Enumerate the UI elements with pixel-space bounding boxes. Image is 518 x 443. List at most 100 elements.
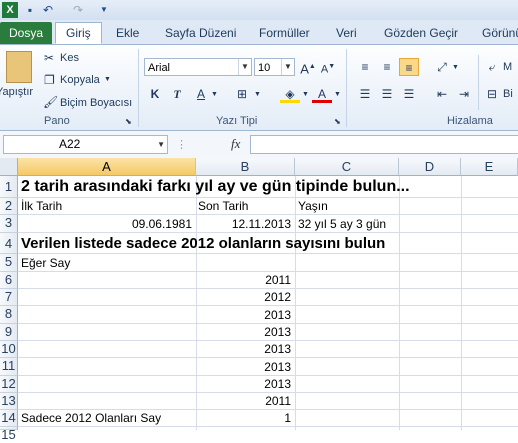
cell-b6[interactable]: 2011: [196, 272, 291, 289]
cell-a4[interactable]: Verilen listede sadece 2012 olanların sa…: [21, 235, 385, 253]
formula-bar-splitter[interactable]: ⋮: [176, 138, 187, 151]
paste-button-label[interactable]: Yapıştır: [0, 86, 33, 98]
align-right-icon[interactable]: ☰: [399, 85, 419, 103]
row-header[interactable]: 14: [0, 410, 18, 427]
cut-button[interactable]: Kes: [60, 52, 79, 64]
align-center-icon[interactable]: ☰: [377, 85, 397, 103]
font-launcher-icon[interactable]: ⬊: [334, 117, 341, 126]
row-header[interactable]: 6: [0, 272, 18, 289]
tab-view[interactable]: Görünüm: [482, 23, 518, 43]
align-middle-icon[interactable]: ≡: [377, 58, 397, 76]
orientation-dropdown-icon[interactable]: ▼: [452, 64, 459, 71]
bold-button[interactable]: K: [145, 85, 165, 103]
row-header[interactable]: 8: [0, 306, 18, 324]
excel-app-icon[interactable]: X: [2, 2, 18, 18]
redo-button[interactable]: ↷: [70, 2, 86, 18]
row-header[interactable]: 5: [0, 254, 18, 272]
shrink-font-button[interactable]: A▼: [318, 58, 338, 76]
format-painter-button[interactable]: Biçim Boyacısı: [60, 97, 132, 109]
decrease-indent-icon[interactable]: ⇤: [432, 85, 452, 103]
cell-b7[interactable]: 2012: [196, 289, 291, 306]
cell-a2[interactable]: İlk Tarih: [21, 198, 62, 215]
cell-b9[interactable]: 2013: [196, 324, 291, 341]
cell-b14[interactable]: 1: [196, 410, 291, 427]
underline-dropdown-icon[interactable]: ▼: [211, 91, 218, 98]
select-all-button[interactable]: [0, 158, 18, 176]
cell-b12[interactable]: 2013: [196, 376, 291, 393]
copy-dropdown-icon[interactable]: ▼: [104, 76, 111, 83]
fill-color-dropdown-icon[interactable]: ▼: [302, 91, 309, 98]
cell-b2[interactable]: Son Tarih: [198, 198, 248, 215]
font-size-value: 10: [258, 62, 271, 74]
copy-button[interactable]: Kopyala: [60, 74, 100, 86]
underline-button[interactable]: A: [191, 85, 211, 103]
font-group-label: Yazı Tipi: [216, 115, 258, 127]
align-bottom-icon[interactable]: ≡: [399, 58, 419, 76]
cell-b10[interactable]: 2013: [196, 341, 291, 358]
fill-color-icon[interactable]: ◈: [280, 85, 300, 103]
row-header[interactable]: 3: [0, 215, 18, 233]
tab-insert[interactable]: Ekle: [116, 23, 139, 43]
cell-c2[interactable]: Yaşın: [298, 198, 328, 215]
tab-page-layout[interactable]: Sayfa Düzeni: [165, 23, 236, 43]
cell-b11[interactable]: 2013: [196, 359, 291, 376]
borders-dropdown-icon[interactable]: ▼: [254, 91, 261, 98]
copy-icon[interactable]: ❐: [44, 73, 55, 87]
font-family-select[interactable]: Arial ▼: [144, 58, 252, 76]
name-box-value: A22: [59, 137, 81, 151]
grow-font-button[interactable]: A▲: [298, 58, 318, 76]
format-painter-icon[interactable]: 🖌: [43, 95, 58, 109]
cell-b3[interactable]: 12.11.2013: [196, 216, 291, 233]
row-header[interactable]: 11: [0, 358, 18, 376]
italic-button[interactable]: T: [167, 85, 187, 103]
column-header-b[interactable]: B: [196, 158, 295, 176]
group-separator: [346, 49, 347, 127]
clipboard-launcher-icon[interactable]: ⬊: [125, 117, 132, 126]
borders-icon[interactable]: ⊞: [232, 85, 252, 103]
formula-input[interactable]: [250, 135, 518, 154]
tab-data[interactable]: Veri: [336, 23, 357, 43]
merge-center-button[interactable]: Bi: [503, 88, 513, 100]
row-header[interactable]: 13: [0, 393, 18, 410]
undo-button[interactable]: ↶: [40, 2, 56, 18]
merge-center-icon[interactable]: ⊟: [482, 85, 502, 103]
tab-file[interactable]: Dosya: [0, 22, 52, 44]
font-color-icon[interactable]: A: [312, 85, 332, 103]
wrap-text-button[interactable]: M: [503, 61, 512, 73]
row-header[interactable]: 10: [0, 341, 18, 358]
column-header-c[interactable]: C: [295, 158, 399, 176]
column-header-d[interactable]: D: [399, 158, 461, 176]
row-header[interactable]: 7: [0, 289, 18, 306]
row-header[interactable]: 12: [0, 376, 18, 393]
wrap-text-icon[interactable]: ⤶: [482, 58, 502, 76]
column-header-a[interactable]: A: [18, 158, 196, 176]
row-header[interactable]: 2: [0, 198, 18, 215]
cell-a3[interactable]: 09.06.1981: [18, 216, 192, 233]
paste-icon[interactable]: [6, 51, 32, 83]
cut-icon[interactable]: ✂: [44, 51, 54, 65]
tab-home[interactable]: Giriş: [55, 22, 102, 44]
align-top-icon[interactable]: ≡: [355, 58, 375, 76]
save-icon[interactable]: ▪: [22, 2, 38, 18]
cell-b8[interactable]: 2013: [196, 307, 291, 324]
cell-a14[interactable]: Sadece 2012 Olanları Say: [21, 410, 161, 427]
name-box[interactable]: A22 ▼: [3, 135, 168, 154]
tab-formulas[interactable]: Formüller: [259, 23, 310, 43]
column-header-e[interactable]: E: [461, 158, 518, 176]
tab-review[interactable]: Gözden Geçir: [384, 23, 458, 43]
increase-indent-icon[interactable]: ⇥: [454, 85, 474, 103]
customize-quick-access-icon[interactable]: ▼: [96, 2, 112, 18]
row-header[interactable]: 9: [0, 324, 18, 341]
font-size-select[interactable]: 10 ▼: [254, 58, 295, 76]
cell-c3[interactable]: 32 yıl 5 ay 3 gün: [298, 216, 386, 233]
row-header[interactable]: 4: [0, 233, 18, 254]
cell-a5[interactable]: Eğer Say: [21, 255, 70, 272]
cell-a1[interactable]: 2 tarih arasındaki farkı yıl ay ve gün t…: [21, 177, 410, 196]
orientation-icon[interactable]: ⤢: [432, 58, 452, 76]
cell-b13[interactable]: 2011: [196, 393, 291, 410]
font-color-dropdown-icon[interactable]: ▼: [334, 91, 341, 98]
insert-function-icon[interactable]: fx: [231, 136, 240, 152]
row-header[interactable]: 1: [0, 176, 18, 198]
chevron-down-icon[interactable]: ▼: [157, 136, 165, 153]
align-left-icon[interactable]: ☰: [355, 85, 375, 103]
